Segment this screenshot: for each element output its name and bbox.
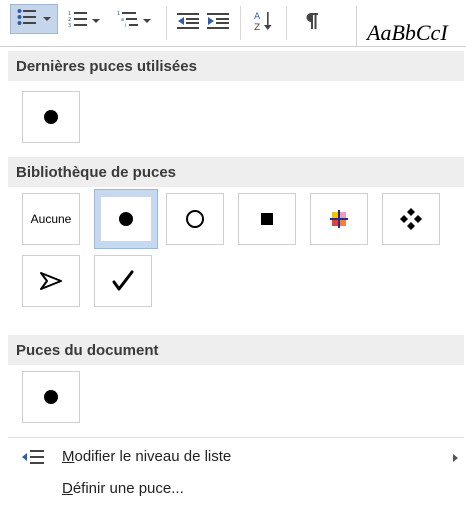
bullet-list-icon [17, 8, 37, 31]
numbered-list-icon: 1 2 3 [68, 10, 88, 33]
bullet-tile-checkmark[interactable] [94, 255, 152, 307]
bullet-dot-icon [119, 212, 133, 226]
bullet-circle-icon [186, 210, 204, 228]
tile-inner [100, 196, 152, 242]
pilcrow-icon [306, 13, 318, 29]
menu-divider [8, 437, 464, 438]
section-title: Bibliothèque de puces [16, 164, 177, 181]
chevron-down-icon [92, 19, 100, 23]
bullet-tile-circle[interactable] [166, 193, 224, 245]
bullet-four-diamond-icon [400, 208, 422, 230]
accelerator-key: D [62, 480, 73, 497]
change-list-level-menu-item[interactable]: Modifier le niveau de liste [8, 443, 464, 471]
submenu-arrow-icon [453, 454, 458, 462]
label-text: odifier le niveau de liste [74, 448, 232, 465]
svg-text:i: i [125, 23, 126, 28]
bullet-tile-document-dot[interactable] [22, 371, 80, 423]
chevron-down-icon [143, 19, 151, 23]
chevron-down-icon [43, 17, 51, 21]
bullet-tile-dot[interactable] [94, 189, 158, 249]
multilevel-list-icon: 1 a i [117, 10, 139, 33]
bullet-tile-color-cross[interactable] [310, 193, 368, 245]
change-level-icon [22, 450, 44, 464]
bullet-dot-icon [44, 110, 58, 124]
bullet-library-dropdown: Dernières puces utilisées Bibliothèque d… [0, 46, 466, 522]
bullet-arrowhead-icon [40, 272, 62, 290]
section-title: Dernières puces utilisées [16, 58, 197, 75]
svg-text:a: a [121, 17, 124, 23]
sort-button[interactable]: A Z [250, 6, 278, 36]
decrease-indent-icon [177, 13, 199, 29]
toolbar-separator [286, 6, 287, 40]
svg-text:A: A [254, 12, 261, 22]
bullet-tile-arrow[interactable] [22, 255, 80, 307]
numbering-button[interactable]: 1 2 3 [62, 6, 106, 36]
increase-indent-button[interactable] [204, 6, 232, 36]
bullets-button[interactable] [10, 4, 58, 34]
label-text: éfinir une puce... [72, 480, 184, 497]
define-bullet-label: Définir une puce... [62, 480, 184, 497]
define-new-bullet-menu-item[interactable]: Définir une puce... [8, 475, 464, 503]
show-formatting-button[interactable] [296, 6, 328, 36]
bullet-none-label: Aucune [30, 212, 72, 226]
decrease-indent-button[interactable] [174, 6, 202, 36]
change-list-level-label: Modifier le niveau de liste [62, 448, 231, 465]
bullet-checkmark-icon [112, 270, 134, 291]
style-preview-text: AaBbCcI [367, 20, 448, 45]
multilevel-list-button[interactable]: 1 a i [110, 6, 158, 36]
bullet-tile-none[interactable]: Aucune [22, 193, 80, 245]
increase-indent-icon [207, 13, 229, 29]
svg-text:Z: Z [254, 23, 260, 32]
bullet-tile-recent-dot[interactable] [22, 91, 80, 143]
bullet-square-icon [261, 213, 273, 225]
bullet-tile-square[interactable] [238, 193, 296, 245]
toolbar-separator [166, 6, 167, 40]
section-header-library: Bibliothèque de puces [8, 157, 464, 187]
svg-text:1: 1 [117, 11, 120, 17]
accelerator-key: M [62, 448, 75, 465]
section-title: Puces du document [16, 342, 159, 359]
bullet-tile-diamond[interactable] [382, 193, 440, 245]
section-header-recent: Dernières puces utilisées [8, 51, 464, 81]
svg-text:3: 3 [68, 23, 71, 28]
bullet-color-cross-icon [330, 210, 348, 228]
bullet-dot-icon [44, 390, 58, 404]
sort-az-icon: A Z [254, 12, 272, 32]
toolbar-separator [240, 6, 241, 40]
section-header-document: Puces du document [8, 335, 464, 365]
